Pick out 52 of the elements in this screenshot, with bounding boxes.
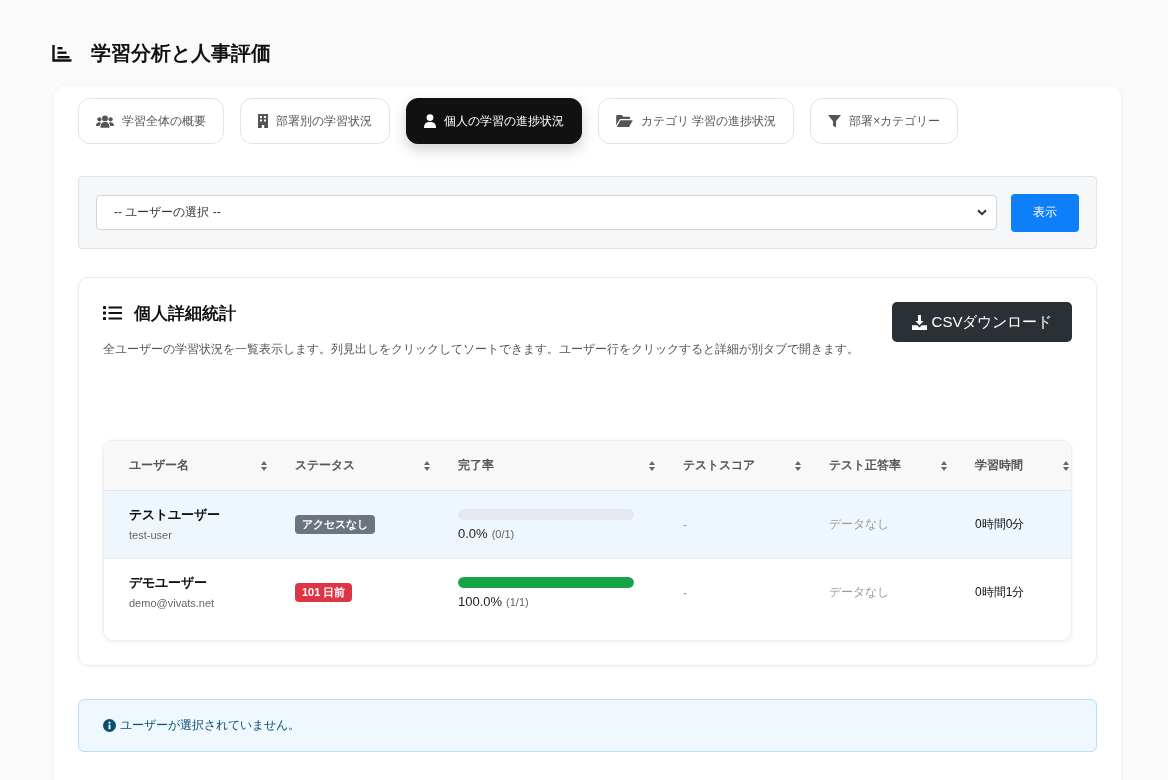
status-tag: 101 日前 (295, 583, 353, 602)
status-tag: アクセスなし (295, 515, 375, 534)
sort-icon (424, 460, 430, 471)
table-row[interactable]: テストユーザー test-user アクセスなし 0.0% (0/1) - データなし 0時間0分 (104, 491, 1071, 559)
download-icon (911, 314, 927, 330)
completion-percent: 0.0% (458, 525, 488, 541)
table-cell: データなし (829, 584, 889, 601)
users-icon (96, 114, 114, 128)
completion-count: (1/1) (506, 595, 529, 608)
csv-download-button[interactable]: CSVダウンロード (892, 302, 1072, 342)
building-icon (258, 114, 268, 128)
user-select[interactable]: -- ユーザーの選択 -- (96, 195, 997, 230)
list-icon (103, 305, 122, 321)
user-icon (424, 114, 436, 128)
completion-count: (0/1) (491, 527, 515, 540)
sort-icon (795, 460, 801, 471)
column-header[interactable]: テストスコア (667, 441, 813, 490)
section-description: 全ユーザーの学習状況を一覧表示します。列見出しをクリックしてソートできます。ユーザー行をクリックすると詳細が別タブで開きます。 (103, 341, 859, 358)
user-name: テストユーザー (129, 506, 220, 524)
sort-icon (261, 460, 267, 471)
sort-icon (649, 460, 655, 471)
table-cell: - (683, 585, 687, 600)
column-header[interactable]: ステータス (279, 441, 442, 490)
tab[interactable]: 個人の学習の進捗状況 (406, 98, 582, 144)
show-button[interactable]: 表示 (1011, 193, 1079, 232)
table-cell: 0時間1分 (975, 584, 1025, 601)
chevron-down-icon (977, 209, 987, 216)
alert-message: ユーザーが選択されていません。 (120, 717, 300, 734)
table-cell: 0時間0分 (975, 516, 1025, 533)
sort-icon (941, 460, 947, 471)
column-header[interactable]: テスト正答率 (813, 441, 959, 490)
user-login: test-user (129, 528, 172, 543)
table-cell: - (683, 517, 687, 532)
user-name: デモユーザー (129, 574, 207, 592)
sort-icon (1063, 460, 1069, 471)
user-login: demo@vivats.net (129, 596, 215, 611)
tab[interactable]: 学習全体の概要 (78, 98, 224, 144)
table-row[interactable]: デモユーザー demo@vivats.net 101 日前 100.0% (1/1) - データなし 0時間1分 (104, 559, 1071, 626)
table-cell: データなし (829, 516, 889, 533)
page-title: 学習分析と人事評価 (91, 41, 271, 66)
filter-icon (828, 114, 842, 128)
info-icon (103, 719, 116, 732)
tab[interactable]: 部署×カテゴリー (810, 98, 959, 144)
completion-percent: 100.0% (458, 593, 503, 609)
folder-icon (616, 115, 633, 127)
bar-chart-icon (52, 44, 72, 62)
tab[interactable]: カテゴリ 学習の進捗状況 (598, 98, 795, 144)
tab[interactable]: 部署別の学習状況 (240, 98, 390, 144)
section-title: 個人詳細統計 (134, 302, 236, 325)
column-header[interactable]: 学習時間 (959, 441, 1071, 490)
column-header[interactable]: 完了率 (442, 441, 667, 490)
column-header[interactable]: ユーザー名 (104, 441, 279, 490)
